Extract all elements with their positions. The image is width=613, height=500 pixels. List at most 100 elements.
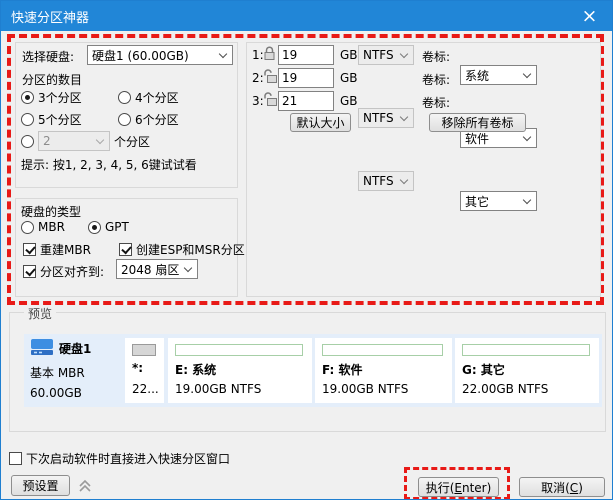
preview-disk-row: 硬盘1 基本 MBR 60.00GB *: 22... E: 系统 19.00G…: [24, 334, 602, 407]
partition-chip: [175, 344, 303, 356]
partition-count-3-radio[interactable]: 3个分区: [21, 89, 82, 106]
partition-count-custom-radio[interactable]: 2 个分区: [21, 131, 150, 151]
remove-all-labels-button[interactable]: 移除所有卷标: [429, 113, 526, 132]
radio-icon[interactable]: [21, 135, 34, 148]
partition-settings-group: 1: GB NTFS 卷标: 系统 2: GB NTFS 卷标:: [246, 42, 601, 297]
chevron-down-icon: [219, 49, 227, 57]
size-input[interactable]: [278, 91, 334, 111]
button-label: 执行(Enter): [426, 479, 492, 496]
radio-icon[interactable]: [21, 221, 34, 234]
disk-name: 硬盘1: [59, 340, 91, 357]
chevron-down-icon: [523, 195, 531, 203]
filesystem-value: NTFS: [363, 48, 397, 62]
disk-info: 硬盘1 基本 MBR 60.00GB: [30, 338, 125, 400]
create-esp-msr-checkbox[interactable]: 创建ESP和MSR分区: [119, 241, 245, 258]
rebuild-mbr-checkbox[interactable]: 重建MBR: [23, 241, 91, 258]
double-chevron-up-icon[interactable]: [77, 478, 93, 497]
partition-name: F: 软件: [322, 361, 363, 378]
disk-icon: [30, 338, 54, 359]
filesystem-value: NTFS: [363, 174, 397, 188]
radio-label: 6个分区: [135, 111, 179, 128]
tip-text: 提示: 按1, 2, 3, 4, 5, 6键试试看: [21, 156, 197, 173]
radio-icon[interactable]: [118, 113, 131, 126]
partition-count-6-radio[interactable]: 6个分区: [118, 111, 179, 128]
volume-label-caption: 卷标:: [422, 71, 450, 88]
partition-index: 2:: [252, 71, 264, 85]
radio-label: GPT: [105, 220, 129, 234]
checkbox-label: 创建ESP和MSR分区: [136, 241, 245, 258]
disk-select-group: 选择硬盘: 硬盘1 (60.00GB) 分区的数目 3个分区 4个分区 5个分区…: [15, 42, 238, 188]
chevron-down-icon: [96, 135, 104, 143]
size-input[interactable]: [278, 68, 334, 88]
checkbox-icon[interactable]: [23, 243, 36, 256]
gpt-radio[interactable]: GPT: [88, 220, 129, 234]
lock-closed-icon[interactable]: [263, 46, 276, 64]
filesystem-combo[interactable]: NTFS: [358, 45, 414, 65]
partition-count-5-radio[interactable]: 5个分区: [21, 111, 82, 128]
align-sector-combo[interactable]: 2048 扇区: [116, 259, 198, 279]
lock-open-icon[interactable]: [263, 69, 278, 87]
radio-icon[interactable]: [21, 113, 34, 126]
titlebar: 快速分区神器 ×: [1, 1, 612, 31]
volume-label-combo[interactable]: 系统: [460, 65, 537, 85]
unit-label: GB: [340, 94, 358, 108]
radio-label: 3个分区: [38, 89, 82, 106]
button-label: 预设置: [22, 477, 58, 494]
partition-chip: [462, 344, 590, 356]
volume-label-caption: 卷标:: [422, 94, 450, 111]
filesystem-combo[interactable]: NTFS: [358, 108, 414, 128]
filesystem-value: NTFS: [363, 111, 397, 125]
radio-icon[interactable]: [88, 221, 101, 234]
volume-label-caption: 卷标:: [422, 48, 450, 65]
custom-count-combo: 2: [38, 131, 110, 151]
preview-group: 预览 硬盘1 基本 MBR 60.00GB *: 22... E: 系统 19.…: [9, 312, 606, 432]
filesystem-combo[interactable]: NTFS: [358, 171, 414, 191]
startup-label: 下次启动软件时直接进入快速分区窗口: [26, 450, 230, 467]
close-icon[interactable]: ×: [567, 1, 612, 31]
chevron-down-icon: [400, 112, 408, 120]
startup-checkbox[interactable]: 下次启动软件时直接进入快速分区窗口: [9, 450, 230, 467]
checkbox-icon[interactable]: [9, 452, 22, 465]
partition-align-checkbox[interactable]: 分区对齐到:: [23, 263, 104, 280]
unit-label: GB: [340, 48, 358, 62]
partition-name: *:: [132, 361, 143, 375]
volume-label-value: 系统: [465, 67, 520, 84]
disk-select-value: 硬盘1 (60.00GB): [92, 47, 216, 64]
preset-button[interactable]: 预设置: [11, 475, 70, 496]
volume-label-combo[interactable]: 其它: [460, 191, 537, 211]
disk-select-combo[interactable]: 硬盘1 (60.00GB): [87, 45, 233, 65]
mbr-radio[interactable]: MBR: [21, 220, 65, 234]
partition-size: 22.00GB NTFS: [462, 382, 548, 396]
checkbox-icon[interactable]: [119, 243, 132, 256]
button-label: 移除所有卷标: [441, 114, 513, 131]
partition-chip: [322, 344, 443, 356]
partition-count-4-radio[interactable]: 4个分区: [118, 89, 179, 106]
volume-label-value: 其它: [465, 193, 520, 210]
lock-open-icon[interactable]: [263, 92, 278, 110]
chevron-down-icon: [523, 132, 531, 140]
partition-card-e: E: 系统 19.00GB NTFS: [168, 338, 312, 403]
disk-type-label: 硬盘的类型: [21, 203, 81, 220]
default-size-button[interactable]: 默认大小: [290, 113, 351, 132]
chevron-down-icon: [400, 49, 408, 57]
window-title: 快速分区神器: [11, 7, 89, 26]
partition-index: 1:: [252, 48, 264, 62]
partition-count-label: 分区的数目: [22, 71, 82, 88]
checkbox-label: 重建MBR: [40, 241, 91, 258]
cancel-button[interactable]: 取消(C): [519, 477, 605, 497]
execute-button[interactable]: 执行(Enter): [418, 477, 499, 497]
partition-chip: [132, 344, 156, 356]
partition-name: E: 系统: [175, 361, 216, 378]
chevron-down-icon: [184, 263, 192, 271]
volume-label-value: 软件: [465, 130, 520, 147]
partition-size: 19.00GB NTFS: [322, 382, 408, 396]
radio-label: 5个分区: [38, 111, 82, 128]
chevron-down-icon: [523, 69, 531, 77]
radio-icon[interactable]: [118, 91, 131, 104]
size-input[interactable]: [278, 45, 334, 65]
button-label: 取消(C): [541, 479, 583, 496]
align-sector-value: 2048 扇区: [121, 261, 181, 278]
checkbox-icon[interactable]: [23, 265, 36, 278]
partition-size: 22...: [132, 382, 159, 396]
radio-icon[interactable]: [21, 91, 34, 104]
